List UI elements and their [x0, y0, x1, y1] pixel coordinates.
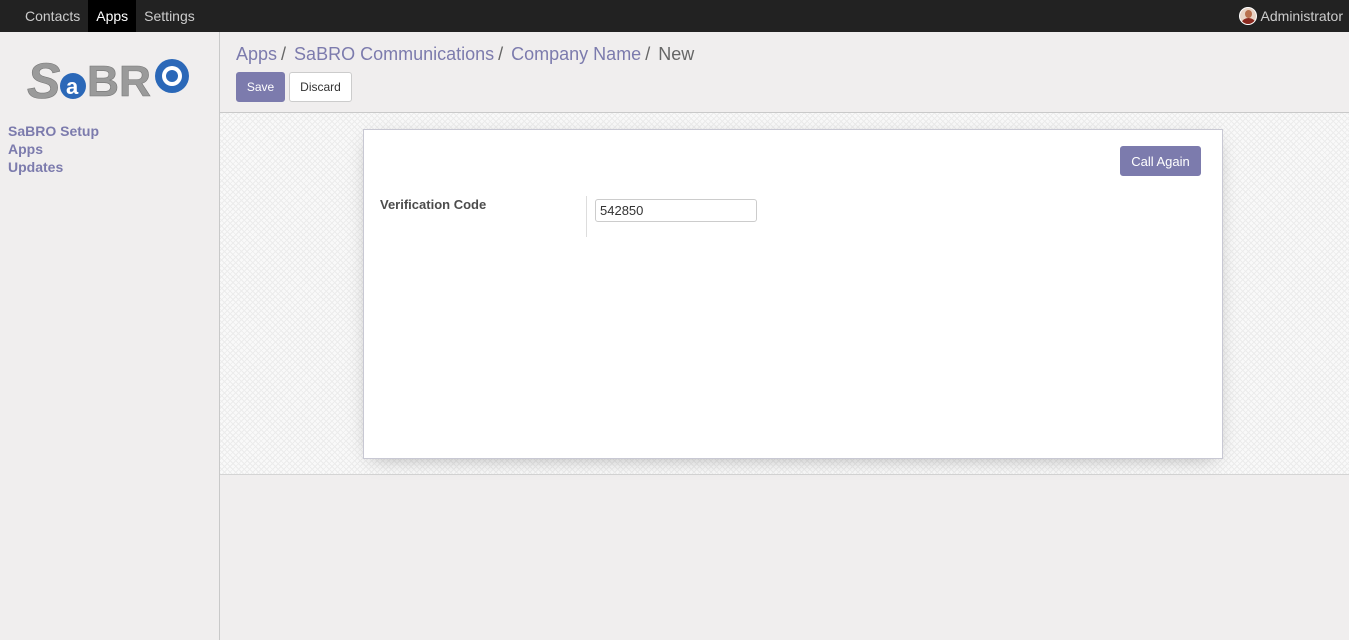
sidebar-item-sabro-setup[interactable]: SaBRO Setup	[8, 122, 99, 140]
breadcrumb-company-name[interactable]: Company Name	[511, 44, 641, 65]
user-name: Administrator	[1260, 8, 1343, 24]
sidebar-item-updates[interactable]: Updates	[8, 158, 99, 176]
user-menu[interactable]: Administrator	[1238, 0, 1343, 32]
sidebar-links: SaBRO Setup Apps Updates	[8, 122, 99, 176]
verification-code-label: Verification Code	[380, 197, 487, 212]
form-view: Call Again Verification Code	[220, 113, 1349, 475]
breadcrumb: Apps / SaBRO Communications / Company Name…	[236, 44, 694, 65]
menu-item-apps[interactable]: Apps	[88, 0, 137, 32]
call-again-button[interactable]: Call Again	[1120, 146, 1201, 176]
main-menu: Contacts Apps Settings	[17, 0, 203, 32]
control-panel: Apps / SaBRO Communications / Company Name…	[220, 32, 1349, 113]
breadcrumb-apps[interactable]: Apps	[236, 44, 277, 65]
breadcrumb-separator: /	[281, 44, 287, 64]
form-sheet: Call Again Verification Code	[363, 129, 1223, 459]
breadcrumb-separator: /	[498, 44, 504, 64]
save-button[interactable]: Save	[236, 72, 285, 102]
field-divider	[586, 196, 587, 237]
svg-text:S: S	[27, 54, 60, 104]
top-navbar: Contacts Apps Settings Administrator	[0, 0, 1349, 32]
verification-code-input[interactable]	[595, 199, 757, 222]
sidebar-item-apps[interactable]: Apps	[8, 140, 99, 158]
sidebar: S a BR SaBRO Setup Apps Updates	[0, 32, 220, 640]
discard-button[interactable]: Discard	[289, 72, 352, 102]
menu-item-settings[interactable]: Settings	[136, 0, 203, 32]
menu-item-contacts[interactable]: Contacts	[17, 0, 88, 32]
svg-text:a: a	[66, 74, 79, 99]
avatar	[1238, 7, 1257, 25]
breadcrumb-separator: /	[645, 44, 651, 64]
breadcrumb-current: New	[658, 44, 695, 64]
breadcrumb-sabro-communications[interactable]: SaBRO Communications	[294, 44, 494, 65]
company-logo: S a BR	[27, 54, 189, 104]
svg-text:BR: BR	[87, 57, 151, 104]
